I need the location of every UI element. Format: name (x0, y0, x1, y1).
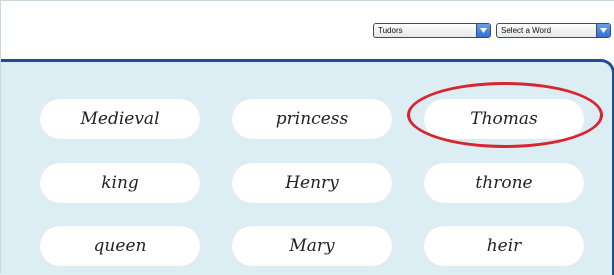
word-select[interactable]: Select a Word (496, 23, 611, 38)
word-button-heir[interactable]: heir (424, 226, 584, 266)
topic-select-value: Tudors (378, 26, 403, 35)
word-button-king[interactable]: king (40, 163, 200, 203)
word-panel: Medieval princess Thomas king Henry thro… (1, 59, 614, 275)
header-bar: Tudors Select a Word (1, 1, 614, 59)
word-button-thomas[interactable]: Thomas (424, 99, 584, 139)
app-frame: Tudors Select a Word Medieval princess T… (0, 0, 614, 275)
word-select-value: Select a Word (501, 26, 552, 35)
chevron-down-icon[interactable] (596, 24, 610, 37)
word-button-mary[interactable]: Mary (232, 226, 392, 266)
word-button-medieval[interactable]: Medieval (40, 99, 200, 139)
chevron-down-icon[interactable] (476, 24, 490, 37)
word-button-henry[interactable]: Henry (232, 163, 392, 203)
word-button-throne[interactable]: throne (424, 163, 584, 203)
word-button-princess[interactable]: princess (232, 99, 392, 139)
word-button-queen[interactable]: queen (40, 226, 200, 266)
topic-select[interactable]: Tudors (373, 23, 491, 38)
